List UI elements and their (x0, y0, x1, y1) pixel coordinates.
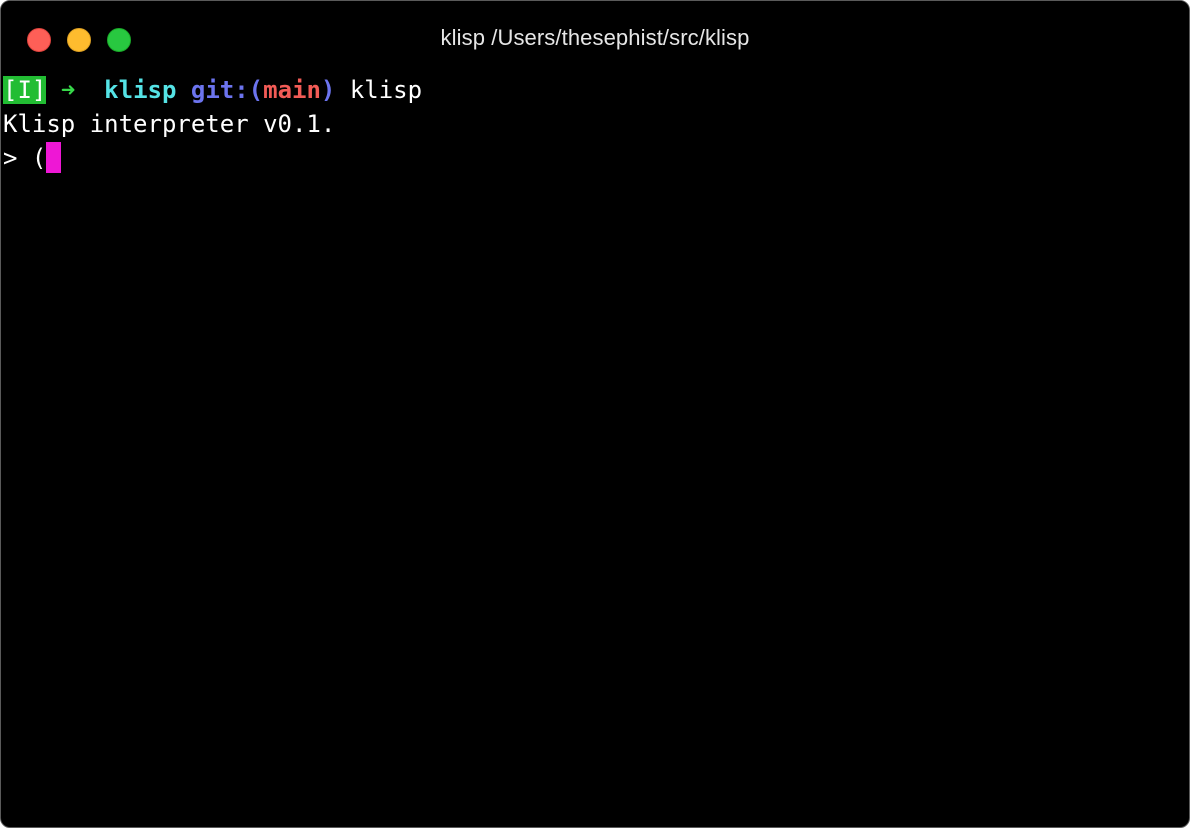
git-branch: main (263, 76, 321, 104)
repl-prompt-symbol: > (3, 144, 18, 172)
terminal-window: klisp /Users/thesephist/src/klisp [I] ➜ … (0, 0, 1190, 828)
output-line: Klisp interpreter v0.1. (3, 110, 336, 138)
prompt-line: [I] ➜ klisp git:(main) klisp (3, 73, 1189, 107)
title-bar[interactable]: klisp /Users/thesephist/src/klisp (1, 1, 1189, 73)
repl-input-text[interactable]: ( (32, 144, 46, 172)
repl-input-line[interactable]: > ( (3, 141, 1189, 175)
git-label-close: ) (320, 76, 336, 104)
window-title: klisp /Users/thesephist/src/klisp (440, 25, 750, 50)
entered-command: klisp (349, 76, 423, 104)
prompt-arrow-icon: ➜ (60, 76, 76, 104)
current-directory: klisp (104, 76, 177, 104)
git-label-open: git:( (190, 76, 264, 104)
text-cursor (46, 142, 62, 173)
terminal-content[interactable]: [I] ➜ klisp git:(main) klisp Klisp inter… (3, 73, 1189, 827)
vi-mode-badge: [I] (3, 76, 47, 104)
